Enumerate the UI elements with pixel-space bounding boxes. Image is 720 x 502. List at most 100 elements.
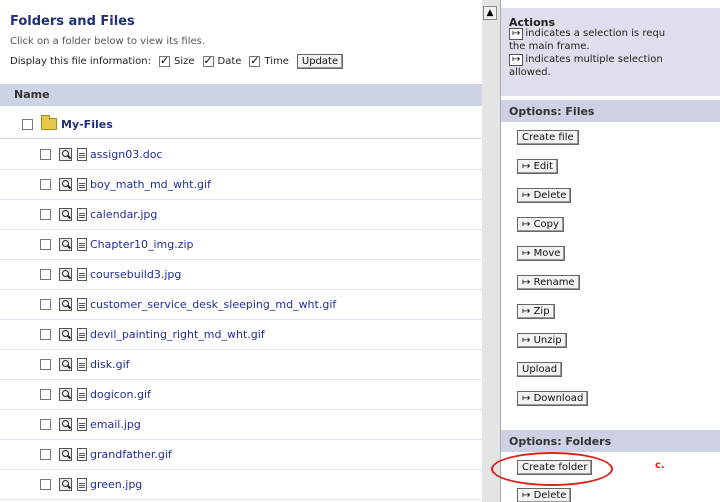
selection-arrow-icon: ↦ <box>522 335 531 346</box>
file-checkbox[interactable] <box>40 448 51 460</box>
file-row[interactable]: customer_service_desk_sleeping_md_wht.gi… <box>0 289 482 320</box>
files-options-body: Create file ↦ Edit ↦ Delete ↦ Copy ↦ Move ↦ R… <box>501 122 720 422</box>
time-checkbox[interactable] <box>249 54 261 68</box>
preview-magnifier-icon[interactable] <box>59 297 72 311</box>
preview-magnifier-icon[interactable] <box>59 387 72 401</box>
download-file-button[interactable]: ↦ Download <box>517 391 589 406</box>
button-label: Unzip <box>533 335 562 346</box>
file-name-link[interactable]: boy_math_md_wht.gif <box>90 178 211 191</box>
update-button[interactable]: Update <box>296 54 344 69</box>
file-checkbox[interactable] <box>40 268 51 280</box>
date-label: Date <box>217 56 242 67</box>
file-name-link[interactable]: email.jpg <box>90 418 141 431</box>
time-label: Time <box>264 56 289 67</box>
file-checkbox[interactable] <box>40 358 51 370</box>
time-option[interactable]: Time <box>249 54 289 68</box>
root-folder-name[interactable]: My-Files <box>61 118 113 131</box>
file-name-link[interactable]: calendar.jpg <box>90 208 157 221</box>
file-checkbox[interactable] <box>40 208 51 220</box>
scroll-up-arrow-icon[interactable]: ▲ <box>483 6 497 20</box>
file-row[interactable]: boy_math_md_wht.gif <box>0 169 482 200</box>
file-checkbox[interactable] <box>40 418 51 430</box>
delete-file-button[interactable]: ↦ Delete <box>517 188 572 203</box>
date-checkbox[interactable] <box>202 54 214 68</box>
delete-folder-button[interactable]: ↦ Delete <box>517 488 572 502</box>
selection-arrow-icon: ↦ <box>522 393 531 404</box>
button-label: Create file <box>522 132 574 143</box>
file-row[interactable]: coursebuild3.jpg <box>0 259 482 290</box>
root-folder-checkbox[interactable] <box>22 118 33 130</box>
actions-line-1: ↦ indicates a selection is requ <box>509 28 720 40</box>
file-manager-window: Folders and Files Click on a folder belo… <box>0 0 720 502</box>
file-document-icon <box>77 147 87 161</box>
file-name-link[interactable]: green.jpg <box>90 478 142 491</box>
file-name-link[interactable]: assign03.doc <box>90 148 162 161</box>
file-checkbox[interactable] <box>40 238 51 250</box>
name-column-header[interactable]: Name <box>0 84 482 106</box>
file-row[interactable]: grandfather.gif <box>0 439 482 470</box>
file-name-link[interactable]: devil_painting_right_md_wht.gif <box>90 328 265 341</box>
file-checkbox[interactable] <box>40 148 51 160</box>
button-label: Copy <box>533 219 559 230</box>
zip-file-button[interactable]: ↦ Zip <box>517 304 555 319</box>
selection-arrow-icon: ↦ <box>522 490 531 501</box>
file-row[interactable]: Chapter10_img.zip <box>0 229 482 260</box>
file-name-link[interactable]: grandfather.gif <box>90 448 172 461</box>
file-checkbox[interactable] <box>40 328 51 340</box>
highlight-ellipse <box>491 452 613 486</box>
file-row[interactable]: devil_painting_right_md_wht.gif <box>0 319 482 350</box>
preview-magnifier-icon[interactable] <box>59 237 72 251</box>
vertical-scrollbar[interactable]: ▲ <box>482 0 501 502</box>
selection-arrow-icon: ↦ <box>522 219 531 230</box>
file-name-link[interactable]: Chapter10_img.zip <box>90 238 194 251</box>
actions-line-3-text: indicates multiple selection <box>525 54 663 65</box>
date-option[interactable]: Date <box>202 54 242 68</box>
file-document-icon <box>77 297 87 311</box>
size-option[interactable]: Size <box>158 54 195 68</box>
actions-line-3: ↦ indicates multiple selection <box>509 54 720 66</box>
preview-magnifier-icon[interactable] <box>59 177 72 191</box>
file-row[interactable]: disk.gif <box>0 349 482 380</box>
file-name-link[interactable]: customer_service_desk_sleeping_md_wht.gi… <box>90 298 336 311</box>
preview-magnifier-icon[interactable] <box>59 447 72 461</box>
selection-arrow-icon: ↦ <box>522 306 531 317</box>
root-folder-row[interactable]: My-Files <box>0 110 482 139</box>
file-document-icon <box>77 357 87 371</box>
file-checkbox[interactable] <box>40 478 51 490</box>
create-file-file-button[interactable]: Create file <box>517 130 579 145</box>
size-checkbox[interactable] <box>158 54 170 68</box>
file-checkbox[interactable] <box>40 298 51 310</box>
file-document-icon <box>77 237 87 251</box>
selection-arrow-icon: ↦ <box>522 248 531 259</box>
file-row[interactable]: email.jpg <box>0 409 482 440</box>
preview-magnifier-icon[interactable] <box>59 147 72 161</box>
file-row[interactable]: assign03.doc <box>0 139 482 170</box>
button-label: Upload <box>522 364 558 375</box>
file-row[interactable]: calendar.jpg <box>0 199 482 230</box>
move-file-button[interactable]: ↦ Move <box>517 246 566 261</box>
copy-file-button[interactable]: ↦ Copy <box>517 217 564 232</box>
preview-magnifier-icon[interactable] <box>59 477 72 491</box>
rename-file-button[interactable]: ↦ Rename <box>517 275 580 290</box>
file-checkbox[interactable] <box>40 388 51 400</box>
preview-magnifier-icon[interactable] <box>59 417 72 431</box>
edit-file-button[interactable]: ↦ Edit <box>517 159 558 174</box>
folders-files-pane: Folders and Files Click on a folder belo… <box>0 0 483 502</box>
file-row[interactable]: green.jpg <box>0 469 482 500</box>
file-checkbox[interactable] <box>40 178 51 190</box>
pane-title: Folders and Files <box>10 14 135 29</box>
unzip-file-button[interactable]: ↦ Unzip <box>517 333 567 348</box>
preview-magnifier-icon[interactable] <box>59 327 72 341</box>
single-select-arrow-icon: ↦ <box>509 28 524 40</box>
upload-file-button[interactable]: Upload <box>517 362 563 377</box>
selection-arrow-icon: ↦ <box>522 277 531 288</box>
file-name-link[interactable]: dogicon.gif <box>90 388 151 401</box>
preview-magnifier-icon[interactable] <box>59 207 72 221</box>
file-name-link[interactable]: coursebuild3.jpg <box>90 268 181 281</box>
preview-magnifier-icon[interactable] <box>59 357 72 371</box>
selection-arrow-icon: ↦ <box>522 190 531 201</box>
button-label: Edit <box>533 161 553 172</box>
file-name-link[interactable]: disk.gif <box>90 358 130 371</box>
file-row[interactable]: dogicon.gif <box>0 379 482 410</box>
preview-magnifier-icon[interactable] <box>59 267 72 281</box>
